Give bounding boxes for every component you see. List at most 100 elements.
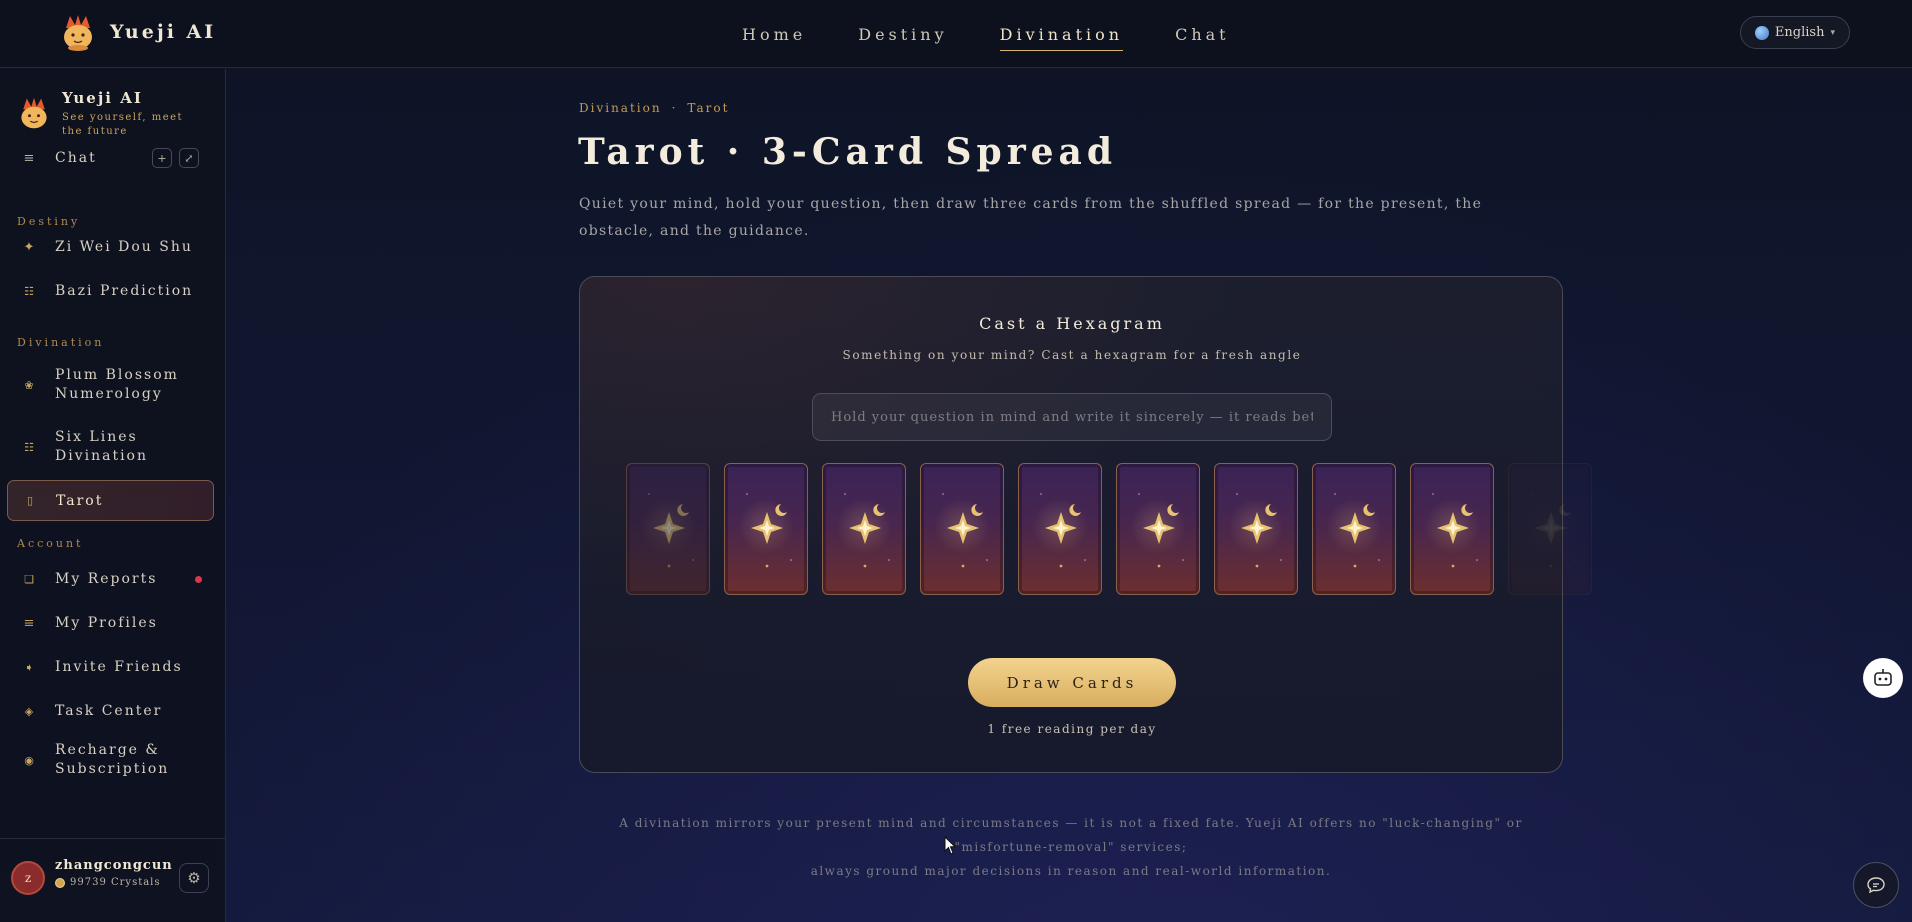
sidebar-item-six-lines[interactable]: ☷ Six Lines Divination — [7, 427, 214, 467]
sidebar-item-label: Invite Friends — [55, 659, 183, 675]
panel-title: Cast a Hexagram — [979, 314, 1165, 333]
sidebar-item-recharge[interactable]: ◉ Recharge & Subscription — [7, 740, 214, 780]
tarot-card-back[interactable] — [1410, 463, 1494, 595]
sidebar-item-tarot[interactable]: ▯ Tarot — [7, 480, 214, 521]
ai-assistant-button[interactable] — [1863, 658, 1903, 698]
grid-icon: ☷ — [24, 284, 36, 298]
draw-cards-button[interactable]: Draw Cards — [968, 658, 1176, 707]
mouse-cursor-icon — [944, 836, 957, 855]
brand[interactable]: Yueji AI — [58, 12, 216, 52]
tarot-card-back[interactable] — [1214, 463, 1298, 595]
language-selector[interactable]: English ▾ — [1739, 16, 1850, 49]
chat-bubble-icon — [1867, 877, 1885, 894]
star-moon-icon — [1040, 493, 1086, 568]
tarot-card-back[interactable] — [1116, 463, 1200, 595]
sidebar-item-label: Bazi Prediction — [55, 283, 194, 299]
sidebar-app-name: Yueji AI — [62, 89, 143, 107]
question-input[interactable] — [812, 393, 1332, 441]
expand-chat-button[interactable]: ⤢ — [179, 148, 199, 168]
sidebar-item-label: Six Lines Divination — [55, 429, 149, 464]
group-label-divination: Divination — [17, 336, 105, 349]
crystal-count: 99739 Crystals — [70, 877, 161, 888]
breadcrumb-tarot: Tarot — [687, 101, 730, 115]
sidebar-tagline: See yourself, meet the future — [62, 112, 184, 137]
coin-icon: ◉ — [24, 753, 36, 767]
mascot-logo — [64, 15, 92, 51]
nav-chat[interactable]: Chat — [1175, 0, 1230, 68]
crystal-balance: 99739 Crystals — [55, 877, 161, 888]
notification-dot — [195, 575, 202, 583]
tarot-card-back[interactable] — [626, 463, 710, 595]
disclaimer: A divination mirrors your present mind a… — [579, 811, 1563, 883]
sidebar-item-bazi[interactable]: ☷ Bazi Prediction — [7, 277, 214, 305]
report-icon: ❏ — [24, 572, 36, 586]
robot-icon — [1874, 669, 1892, 686]
star-moon-icon — [844, 493, 890, 568]
sidebar-item-label: Tarot — [56, 492, 104, 509]
panel-subtitle: Something on your mind? Cast a hexagram … — [842, 348, 1302, 362]
page-title: Tarot · 3-Card Spread — [578, 131, 1118, 173]
menu-icon: ≡ — [23, 150, 37, 166]
sidebar-item-plum-blossom[interactable]: ❀ Plum Blossom Numerology — [7, 365, 214, 405]
disclaimer-line-1: A divination mirrors your present mind a… — [619, 816, 1523, 854]
free-reading-note: 1 free reading per day — [987, 722, 1157, 736]
sidebar-item-label: My Reports — [55, 571, 158, 587]
sidebar-item-label: Plum Blossom Numerology — [55, 367, 179, 402]
star-moon-icon — [1236, 493, 1282, 568]
new-chat-button[interactable]: + — [152, 148, 172, 168]
page-description: Quiet your mind, hold your question, the… — [579, 196, 1483, 239]
star-moon-icon — [1334, 493, 1380, 568]
sidebar-item-ziwei[interactable]: ✦ Zi Wei Dou Shu — [7, 233, 214, 261]
sidebar-item-label: Task Center — [55, 703, 163, 719]
sidebar-item-label: Chat — [55, 150, 97, 166]
card-icon: ▯ — [26, 494, 36, 507]
crystal-icon — [55, 877, 65, 888]
diamond-icon: ◈ — [24, 704, 36, 718]
breadcrumb-separator: · — [671, 101, 678, 115]
tarot-card-back[interactable] — [1508, 463, 1592, 595]
star-moon-icon — [648, 493, 694, 568]
user-panel: z zhangcongcun 99739 Crystals ⚙ — [0, 838, 226, 922]
disclaimer-line-2: always ground major decisions in reason … — [810, 864, 1332, 878]
list-icon: ≡ — [23, 615, 37, 631]
sidebar-item-label: Zi Wei Dou Shu — [55, 239, 193, 255]
avatar[interactable]: z — [11, 861, 45, 895]
share-icon: ➧ — [24, 660, 36, 674]
star-moon-icon — [1138, 493, 1184, 568]
star-moon-icon — [1432, 493, 1478, 568]
settings-button[interactable]: ⚙ — [179, 863, 209, 893]
chat-support-button[interactable] — [1853, 862, 1899, 908]
sidebar-item-invite-friends[interactable]: ➧ Invite Friends — [7, 653, 214, 681]
star-moon-icon — [942, 493, 988, 568]
chevron-down-icon: ▾ — [1830, 27, 1835, 38]
sidebar-item-my-reports[interactable]: ❏ My Reports — [7, 565, 214, 593]
star-moon-icon — [1530, 493, 1576, 568]
breadcrumb: Divination · Tarot — [579, 101, 729, 115]
sidebar-item-my-profiles[interactable]: ≡ My Profiles — [7, 609, 214, 637]
breadcrumb-divination[interactable]: Divination — [579, 101, 662, 115]
sidebar-item-task-center[interactable]: ◈ Task Center — [7, 697, 214, 725]
app-name: Yueji AI — [110, 21, 217, 43]
sparkle-icon: ✦ — [23, 239, 37, 255]
gear-icon: ⚙ — [187, 869, 201, 887]
language-label: English — [1774, 25, 1825, 40]
sidebar-brand[interactable]: Yueji AI See yourself, meet the future — [16, 89, 192, 139]
tarot-card-back[interactable] — [822, 463, 906, 595]
group-label-account: Account — [17, 537, 84, 550]
sidebar-item-label: My Profiles — [55, 615, 158, 631]
tarot-card-back[interactable] — [920, 463, 1004, 595]
nav-destiny[interactable]: Destiny — [858, 0, 947, 68]
main-nav: Home Destiny Divination Chat — [742, 0, 1282, 68]
nav-divination[interactable]: Divination — [999, 0, 1124, 68]
sidebar: Yueji AI See yourself, meet the future ≡… — [0, 69, 226, 922]
nav-home[interactable]: Home — [742, 0, 806, 68]
tarot-panel: Cast a Hexagram Something on your mind? … — [579, 276, 1592, 773]
sidebar-item-label: Recharge & Subscription — [55, 742, 170, 777]
group-label-destiny: Destiny — [17, 215, 81, 228]
username: zhangcongcun — [55, 858, 173, 873]
tarot-card-back[interactable] — [724, 463, 808, 595]
tarot-card-back[interactable] — [1312, 463, 1396, 595]
flower-icon: ❀ — [24, 378, 36, 392]
tarot-card-back[interactable] — [1018, 463, 1102, 595]
hexagram-icon: ☷ — [24, 440, 36, 454]
